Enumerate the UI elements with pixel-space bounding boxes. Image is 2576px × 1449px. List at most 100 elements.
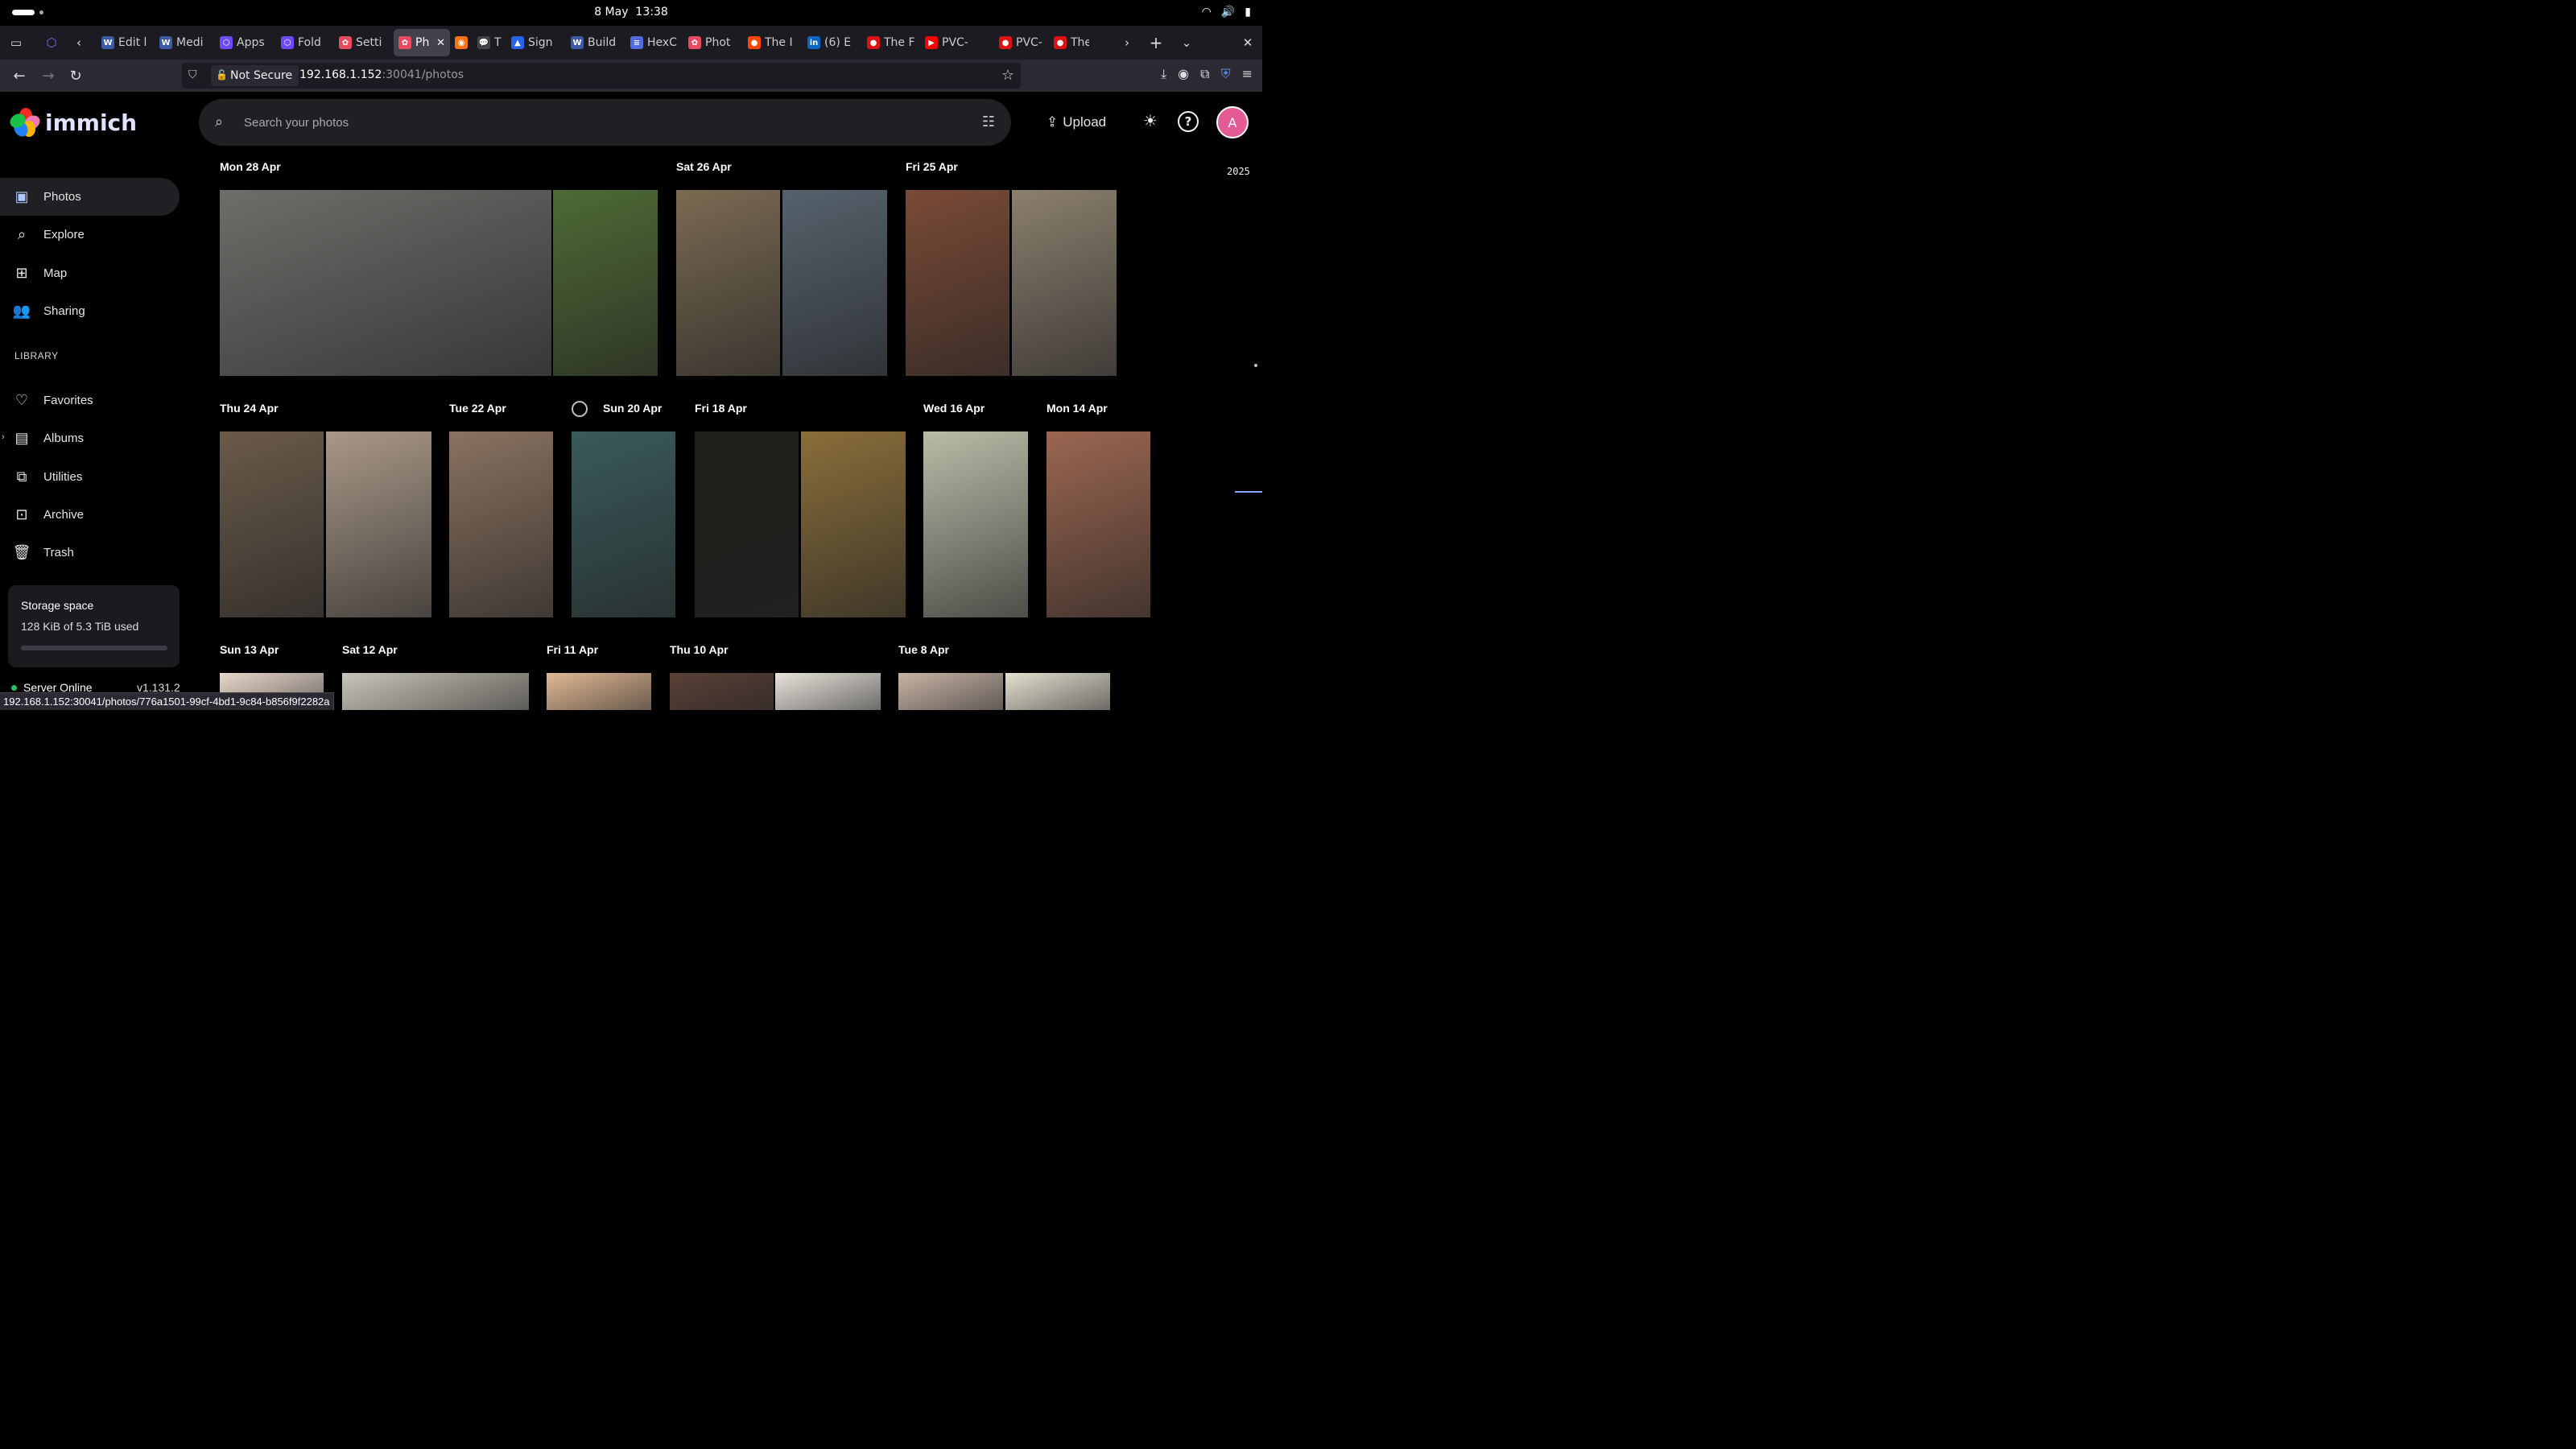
browser-tab[interactable]: ✿ Ph ✕ (394, 29, 450, 56)
forward-icon[interactable]: → (39, 66, 58, 85)
library-heading: LIBRARY (14, 350, 59, 361)
sidebar-item-albums[interactable]: ▤ Albums (0, 419, 180, 457)
sidebar-item-label: Favorites (43, 394, 93, 407)
extensions-icon[interactable]: ⧉ (1200, 66, 1209, 82)
browser-tab[interactable]: ◉ (450, 29, 473, 56)
sidebar-item-explore[interactable]: ⌕ Explore (0, 216, 180, 254)
photo-thumbnail[interactable] (906, 190, 1009, 376)
system-tray[interactable]: ◠ 🔊 ▮ (1202, 6, 1251, 19)
url-text[interactable]: 192.168.1.152:30041/photos (299, 68, 464, 81)
bitwarden-icon[interactable]: ⛨ (1221, 66, 1231, 82)
browser-tab[interactable]: ● The F (862, 29, 920, 56)
photo-thumbnail[interactable] (326, 431, 431, 617)
browser-tab-strip: ▭ ⬡ ‹ W Edit l W Medi ⬡ Apps ⬡ Fold ✿ Setti ✿ Ph ✕ ◉ 💬… (0, 26, 1262, 60)
photo-thumbnail[interactable] (923, 431, 1028, 617)
photo-thumbnail[interactable] (1046, 431, 1150, 617)
upload-icon: ⇪ (1046, 114, 1059, 130)
sidebar-item-favorites[interactable]: ♡ Favorites (0, 382, 180, 419)
date-group-label: Fri 11 Apr (547, 643, 599, 656)
photo-thumbnail[interactable] (547, 673, 651, 710)
shield-icon[interactable]: ⛉ (188, 68, 203, 83)
photos-icon: ▣ (14, 188, 29, 204)
albums-expand-chevron-icon[interactable]: › (2, 432, 5, 442)
browser-tab[interactable]: ▲ Sign (506, 29, 566, 56)
tab-scroll-left-icon[interactable]: ‹ (69, 33, 89, 52)
server-online-dot (11, 684, 17, 691)
browser-tab[interactable]: ● The (1049, 29, 1094, 56)
browser-tab[interactable]: ⬡ Fold (276, 29, 334, 56)
system-clock[interactable]: 8 May 13:38 (0, 6, 1262, 19)
immich-logo[interactable]: immich (7, 108, 137, 139)
sidebar-item-utilities[interactable]: ⧉ Utilities (0, 458, 180, 496)
menu-icon[interactable]: ≡ (1242, 66, 1253, 82)
tab-favicon-icon: ● (748, 36, 761, 49)
scrubber-marker (1254, 364, 1257, 367)
scrubber-year[interactable]: 2025 (1227, 166, 1250, 177)
reload-icon[interactable]: ↻ (66, 66, 85, 85)
url-path: :30041/photos (382, 68, 464, 81)
photo-thumbnail[interactable] (670, 673, 774, 710)
sidebar-item-label: Utilities (43, 470, 83, 484)
search-bar[interactable]: ⌕ ☷ (199, 99, 1011, 146)
browser-tab[interactable]: 💬 Ti (473, 29, 506, 56)
select-date-group-checkbox[interactable] (572, 401, 588, 417)
tab-overview-icon[interactable]: ▭ (6, 33, 26, 52)
tab-scroll-right-icon[interactable]: › (1117, 33, 1137, 52)
browser-tab[interactable]: ≡ HexC (625, 29, 683, 56)
help-icon[interactable]: ? (1178, 111, 1199, 132)
photo-thumbnail[interactable] (449, 431, 553, 617)
tab-title: Setti (356, 36, 382, 49)
photo-thumbnail[interactable] (553, 190, 658, 376)
sidebar-item-trash[interactable]: 🗑 Trash (0, 534, 180, 572)
sidebar-item-sharing[interactable]: 👥 Sharing (0, 292, 180, 330)
browser-tab[interactable]: ✿ Setti (334, 29, 394, 56)
people-icon: 👥 (12, 303, 31, 319)
user-avatar[interactable]: A (1216, 106, 1249, 138)
photo-thumbnail[interactable] (775, 673, 881, 710)
browser-tab[interactable]: ● The I (743, 29, 803, 56)
back-icon[interactable]: ← (10, 66, 29, 85)
scrubber-position[interactable] (1235, 491, 1262, 493)
photo-thumbnail[interactable] (695, 431, 799, 617)
photo-thumbnail[interactable] (898, 673, 1003, 710)
sidebar-item-map[interactable]: ⊞ Map (0, 254, 180, 292)
photo-thumbnail[interactable] (220, 190, 551, 376)
tab-title: The F (884, 36, 915, 49)
close-window-icon[interactable]: ✕ (1238, 33, 1257, 52)
system-status-bar: 8 May 13:38 ◠ 🔊 ▮ (0, 0, 1262, 26)
photo-thumbnail[interactable] (676, 190, 780, 376)
new-tab-icon[interactable]: + (1146, 33, 1166, 52)
url-bar[interactable]: ⛉ 🔓 Not Secure 192.168.1.152:30041/photos… (182, 63, 1021, 89)
search-options-icon[interactable]: ☷ (982, 114, 995, 130)
browser-tab[interactable]: ▶ PVC- (920, 29, 994, 56)
downloads-icon[interactable]: ⤓ (1161, 66, 1166, 82)
close-tab-icon[interactable]: ✕ (436, 37, 445, 49)
photo-thumbnail[interactable] (782, 190, 887, 376)
sidebar-item-photos[interactable]: ▣ Photos (0, 178, 180, 216)
search-input[interactable] (244, 112, 936, 133)
browser-tab[interactable]: W Medi (155, 29, 215, 56)
photo-thumbnail[interactable] (1012, 190, 1117, 376)
photo-thumbnail[interactable] (342, 673, 529, 710)
sidebar: ▣ Photos ⌕ Explore ⊞ Map 👥 Sharing LIBRARY ♡ Fav… (0, 153, 193, 710)
browser-tab[interactable]: W Edit l (97, 29, 155, 56)
browser-tab[interactable]: W Build (566, 29, 625, 56)
pinned-tab-icon[interactable]: ⬡ (42, 33, 61, 52)
browser-tab[interactable]: ● PVC- (994, 29, 1049, 56)
browser-tab[interactable]: in (6) E (803, 29, 862, 56)
theme-toggle-sun-icon[interactable]: ☀ (1140, 111, 1161, 132)
browser-tab[interactable]: ⬡ Apps (215, 29, 276, 56)
browser-tab[interactable]: ✿ Phot (683, 29, 743, 56)
photo-thumbnail[interactable] (1005, 673, 1110, 710)
not-secure-badge[interactable]: 🔓 Not Secure (211, 65, 299, 86)
upload-button[interactable]: ⇪ Upload (1046, 111, 1106, 134)
photo-thumbnail[interactable] (572, 431, 675, 617)
bookmark-star-icon[interactable]: ☆ (1001, 67, 1014, 84)
volume-icon: 🔊 (1220, 6, 1236, 19)
photo-thumbnail[interactable] (801, 431, 906, 617)
account-icon[interactable]: ◉ (1178, 66, 1189, 82)
app-header: immich ⌕ ☷ ⇪ Upload ☀ ? A (0, 92, 1262, 153)
sidebar-item-archive[interactable]: ⊡ Archive (0, 496, 180, 534)
photo-thumbnail[interactable] (220, 431, 324, 617)
list-all-tabs-icon[interactable]: ⌄ (1177, 33, 1196, 52)
